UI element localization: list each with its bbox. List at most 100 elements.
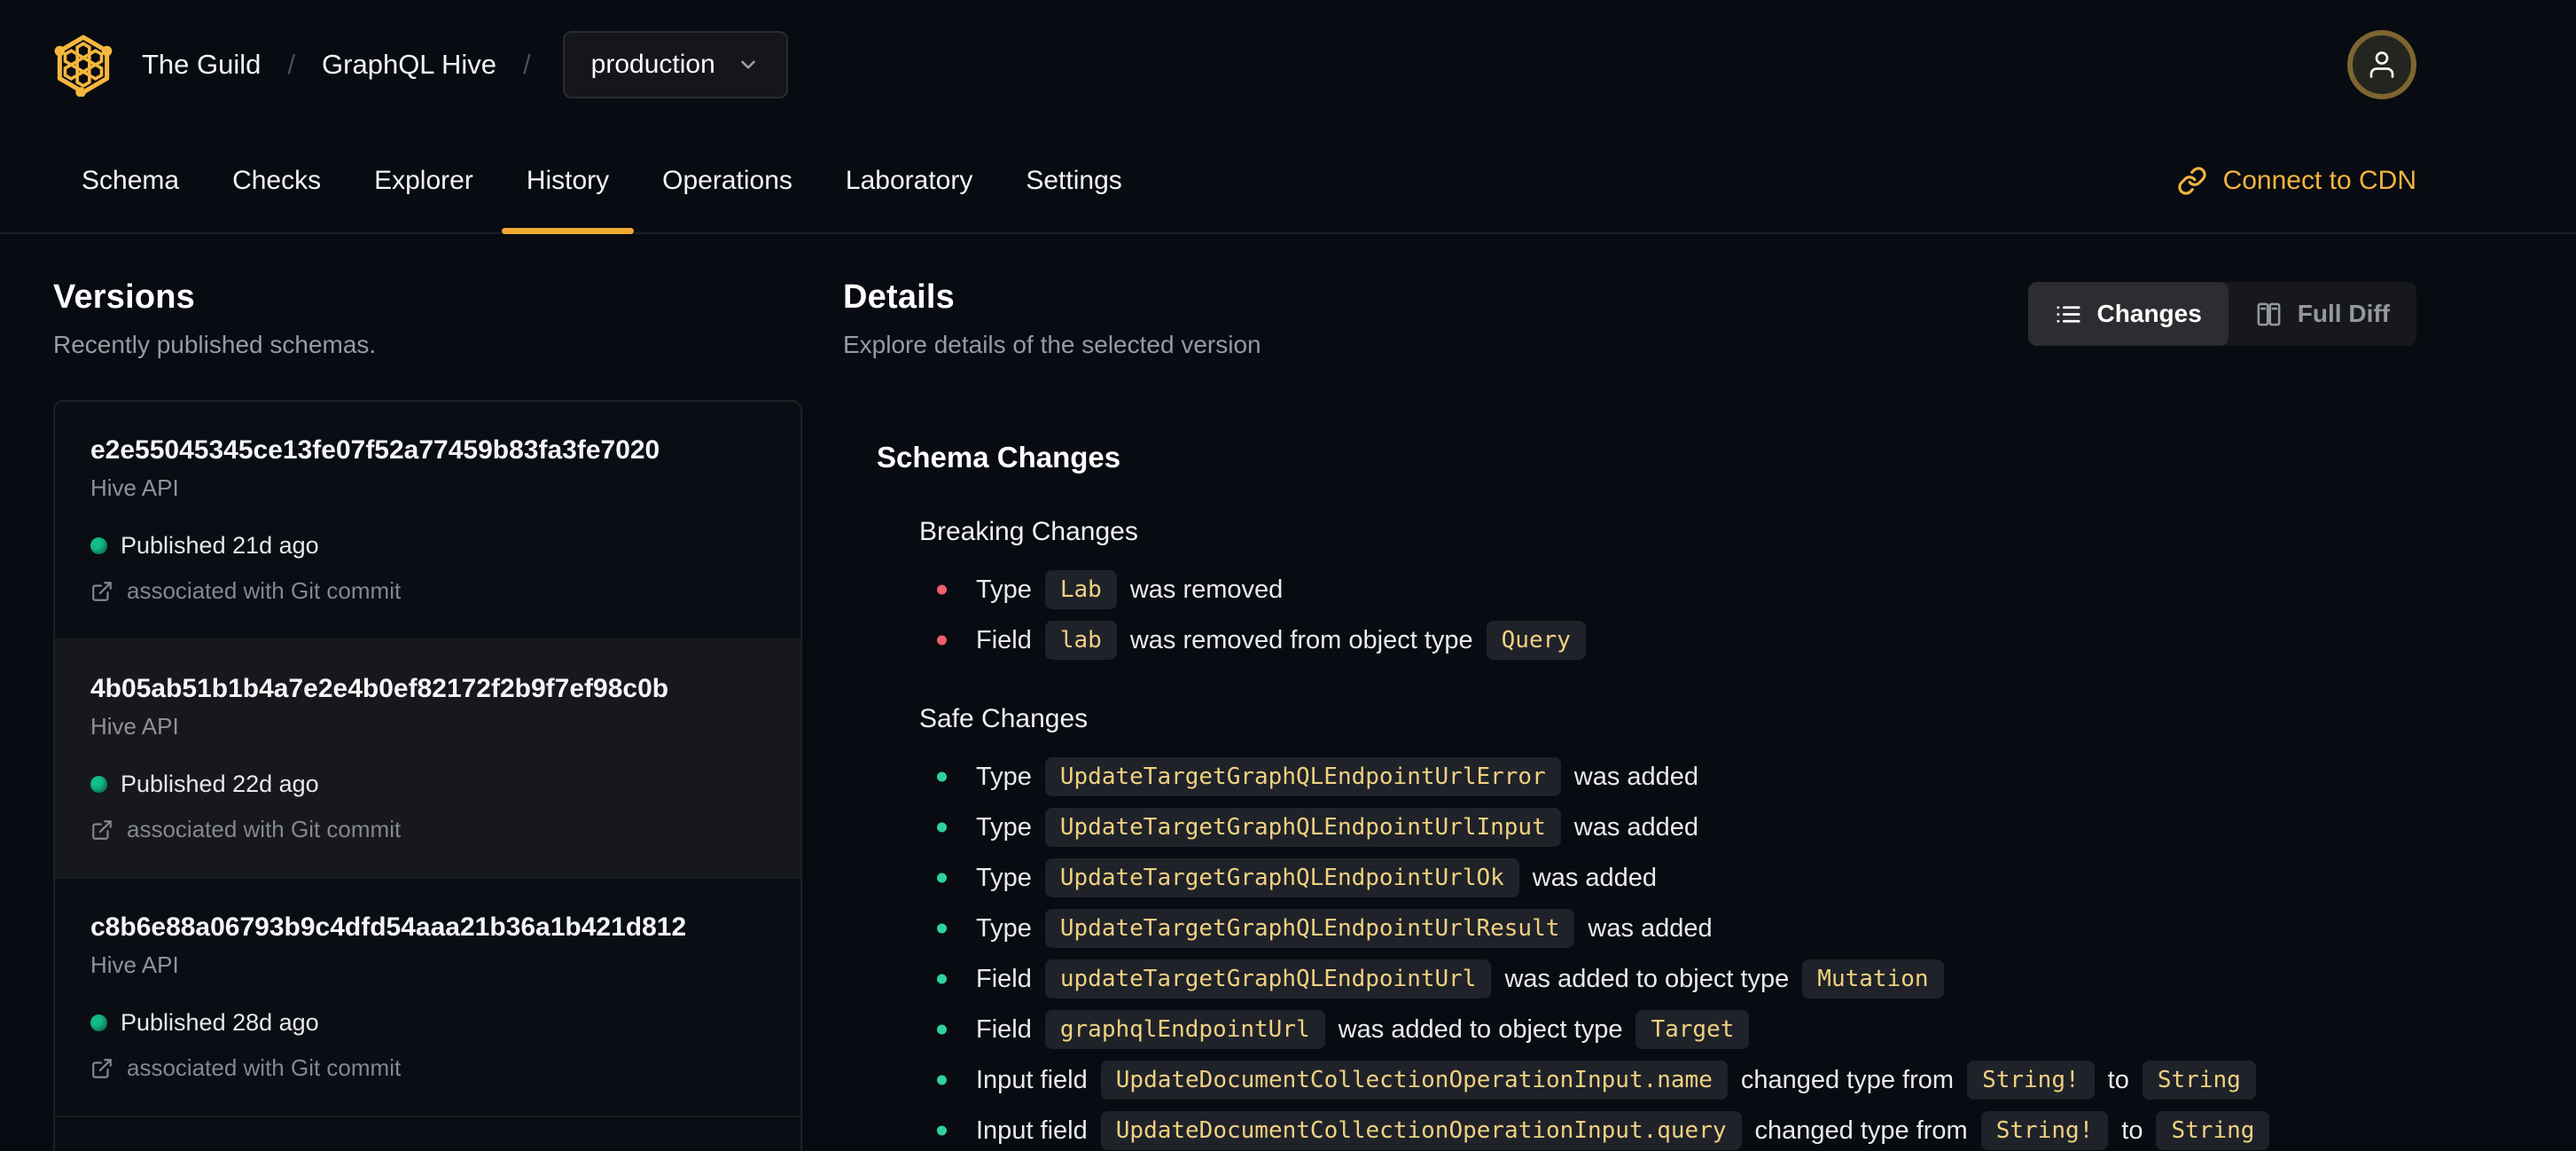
change-text: changed type from	[1740, 1065, 1955, 1094]
code-chip: UpdateTargetGraphQLEndpointUrlOk	[1044, 857, 1519, 898]
version-list-item[interactable]: c8b6e88a06793b9c4dfd54aaa21b36a1b421d812…	[55, 877, 800, 1116]
change-text: was added	[1573, 762, 1699, 791]
change-list: Type UpdateTargetGraphQLEndpointUrlError w…	[919, 756, 2416, 1151]
change-text: was removed from object type	[1129, 625, 1473, 654]
code-chip: Mutation	[1802, 959, 1944, 999]
change-item: Type UpdateTargetGraphQLEndpointUrlInput w…	[919, 806, 2416, 849]
schema-changes-title: Schema Changes	[877, 441, 1121, 474]
breadcrumb-separator: /	[523, 49, 531, 80]
tab-laboratory[interactable]: Laboratory	[846, 129, 972, 232]
version-list-item[interactable]: 4b05ab51b1b4a7e2e4b0ef82172f2b9f7ef98c0b…	[55, 638, 800, 877]
user-avatar-button[interactable]	[2347, 30, 2416, 99]
version-list-item[interactable]: e2e55045345ce13fe07f52a77459b83fa3fe7020…	[55, 402, 800, 638]
link-icon	[2177, 167, 2206, 195]
tab-explorer[interactable]: Explorer	[374, 129, 473, 232]
change-text: Type	[976, 812, 1032, 842]
details-title: Details	[843, 278, 956, 316]
code-chip: Lab	[1044, 569, 1117, 610]
code-chip: UpdateDocumentCollectionOperationInput.n…	[1100, 1060, 1728, 1100]
change-text: was added to object type	[1504, 964, 1790, 993]
version-list-item[interactable]: a823f6db2a55df877dcf406006abca97fcc4858c…	[55, 1116, 800, 1151]
version-published-text: Published 21d ago	[121, 532, 319, 559]
versions-title: Versions	[53, 278, 196, 316]
versions-panel: Versions Recently published schemas. e2e…	[53, 278, 802, 1151]
changes-view-label: Changes	[2096, 300, 2202, 327]
tab-schema[interactable]: Schema	[82, 129, 179, 232]
version-status-row: Published 21d ago	[90, 532, 765, 560]
change-section-title: Safe Changes	[919, 704, 1089, 733]
tab-history[interactable]: History	[501, 129, 635, 234]
breadcrumb-project[interactable]: GraphQL Hive	[322, 49, 496, 81]
versions-list: e2e55045345ce13fe07f52a77459b83fa3fe7020…	[53, 400, 802, 1151]
change-item: Type UpdateTargetGraphQLEndpointUrlError w…	[919, 756, 2416, 798]
code-chip: String	[2142, 1060, 2256, 1100]
code-chip: updateTargetGraphQLEndpointUrl	[1044, 959, 1492, 999]
change-text: was added to object type	[1338, 1014, 1623, 1044]
versions-subtitle: Recently published schemas.	[53, 331, 377, 358]
change-item: Type UpdateTargetGraphQLEndpointUrlOk was …	[919, 857, 2416, 899]
published-status-dot	[90, 776, 107, 793]
breadcrumb-separator: /	[287, 49, 296, 80]
change-text: Field	[976, 625, 1032, 654]
user-icon	[2369, 51, 2394, 78]
change-text: to	[2107, 1065, 2129, 1094]
version-status-row: Published 28d ago	[90, 1009, 765, 1037]
details-view-toggle: Changes Full Diff	[2027, 282, 2416, 346]
change-text: Type	[976, 863, 1032, 892]
hive-logo-icon[interactable]	[51, 33, 115, 97]
change-sections: Breaking Changes Type Lab was removed Field l…	[877, 517, 2416, 1151]
change-text: Field	[976, 964, 1032, 993]
tab-operations[interactable]: Operations	[662, 129, 792, 232]
details-panel: Details Explore details of the selected …	[843, 278, 2416, 1151]
change-text: was added	[1573, 812, 1699, 842]
connect-to-cdn-link[interactable]: Connect to CDN	[2177, 129, 2416, 232]
code-chip: String	[2156, 1110, 2270, 1151]
columns-icon	[2257, 302, 2281, 325]
main-content: Versions Recently published schemas. e2e…	[0, 234, 2576, 1151]
code-chip: lab	[1044, 620, 1117, 661]
git-commit-link[interactable]: associated with Git commit	[90, 1054, 765, 1082]
git-commit-text: associated with Git commit	[127, 816, 402, 842]
change-item: Input field UpdateDocumentCollectionOpera…	[919, 1109, 2416, 1151]
code-chip: Target	[1635, 1009, 1750, 1050]
code-chip: Query	[1486, 620, 1586, 661]
published-status-dot	[90, 537, 107, 554]
external-link-icon	[92, 581, 112, 601]
target-selector-value: production	[590, 50, 715, 79]
tab-bar: Schema Checks Explorer History Operation…	[0, 129, 2576, 234]
code-chip: String!	[1967, 1060, 2095, 1100]
change-item: Type UpdateTargetGraphQLEndpointUrlResult…	[919, 907, 2416, 950]
tab-settings[interactable]: Settings	[1026, 129, 1121, 232]
full-diff-view-label: Full Diff	[2297, 300, 2390, 327]
app-root: The Guild / GraphQL Hive / production Sc…	[0, 0, 2576, 1151]
git-commit-link[interactable]: associated with Git commit	[90, 577, 765, 605]
version-service-name: Hive API	[90, 474, 179, 501]
breadcrumb-org[interactable]: The Guild	[142, 49, 261, 81]
code-chip: graphqlEndpointUrl	[1044, 1009, 1325, 1050]
full-diff-view-button[interactable]: Full Diff	[2229, 282, 2416, 346]
target-selector-dropdown[interactable]: production	[562, 31, 788, 98]
code-chip: UpdateTargetGraphQLEndpointUrlInput	[1044, 807, 1561, 848]
change-text: Type	[976, 575, 1032, 604]
version-hash: c8b6e88a06793b9c4dfd54aaa21b36a1b421d812	[90, 912, 687, 942]
code-chip: UpdateTargetGraphQLEndpointUrlError	[1044, 756, 1561, 797]
top-bar: The Guild / GraphQL Hive / production	[0, 0, 2576, 129]
git-commit-link[interactable]: associated with Git commit	[90, 816, 765, 843]
change-item: Input field UpdateDocumentCollectionOpera…	[919, 1059, 2416, 1101]
connect-to-cdn-label: Connect to CDN	[2222, 166, 2416, 195]
change-section-safe: Safe Changes Type UpdateTargetGraphQLEndpo…	[877, 704, 2416, 1151]
change-item: Field updateTargetGraphQLEndpointUrl was a…	[919, 958, 2416, 1000]
tab-checks[interactable]: Checks	[232, 129, 321, 232]
git-commit-text: associated with Git commit	[127, 577, 402, 604]
change-item: Field graphqlEndpointUrl was added to obje…	[919, 1008, 2416, 1051]
change-text: Input field	[976, 1065, 1088, 1094]
version-published-text: Published 28d ago	[121, 1009, 319, 1036]
details-subtitle: Explore details of the selected version	[843, 331, 1261, 358]
change-item: Type Lab was removed	[919, 568, 2416, 611]
change-text: Input field	[976, 1116, 1088, 1145]
code-chip: String!	[1980, 1110, 2109, 1151]
code-chip: UpdateTargetGraphQLEndpointUrlResult	[1044, 908, 1575, 949]
version-hash: e2e55045345ce13fe07f52a77459b83fa3fe7020	[90, 435, 660, 465]
changes-view-button[interactable]: Changes	[2027, 282, 2229, 346]
change-text: was added	[1588, 913, 1713, 943]
